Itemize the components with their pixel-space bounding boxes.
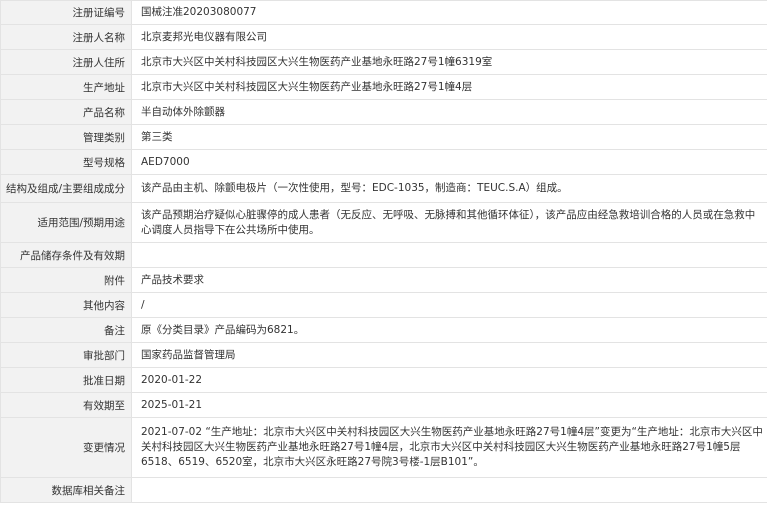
field-label: 适用范围/预期用途 bbox=[0, 202, 132, 243]
field-value: 北京市大兴区中关村科技园区大兴生物医药产业基地永旺路27号1幢6319室 bbox=[131, 49, 767, 75]
table-row: 有效期至 2025-01-21 bbox=[0, 392, 767, 418]
field-value: 2020-01-22 bbox=[131, 367, 767, 393]
field-value: 北京麦邦光电仪器有限公司 bbox=[131, 24, 767, 50]
table-row: 审批部门 国家药品监督管理局 bbox=[0, 342, 767, 368]
field-label: 备注 bbox=[0, 317, 132, 343]
table-row: 备注 原《分类目录》产品编码为6821。 bbox=[0, 317, 767, 343]
table-row: 注册人住所 北京市大兴区中关村科技园区大兴生物医药产业基地永旺路27号1幢631… bbox=[0, 49, 767, 75]
field-label: 审批部门 bbox=[0, 342, 132, 368]
field-label: 管理类别 bbox=[0, 124, 132, 150]
table-row: 型号规格 AED7000 bbox=[0, 149, 767, 175]
field-value: AED7000 bbox=[131, 149, 767, 175]
registration-info-table: 注册证编号 国械注准20203080077 注册人名称 北京麦邦光电仪器有限公司… bbox=[0, 0, 767, 503]
field-value: 该产品由主机、除颤电极片（一次性使用，型号：EDC-1035，制造商：TEUC.… bbox=[131, 174, 767, 203]
field-label: 变更情况 bbox=[0, 417, 132, 478]
field-label: 数据库相关备注 bbox=[0, 477, 132, 503]
field-value: 原《分类目录》产品编码为6821。 bbox=[131, 317, 767, 343]
table-row: 注册证编号 国械注准20203080077 bbox=[0, 0, 767, 25]
field-label: 附件 bbox=[0, 267, 132, 293]
field-label: 产品储存条件及有效期 bbox=[0, 242, 132, 268]
field-value: 北京市大兴区中关村科技园区大兴生物医药产业基地永旺路27号1幢4层 bbox=[131, 74, 767, 100]
field-label: 产品名称 bbox=[0, 99, 132, 125]
field-value bbox=[131, 477, 767, 503]
table-row: 批准日期 2020-01-22 bbox=[0, 367, 767, 393]
field-label: 结构及组成/主要组成成分 bbox=[0, 174, 132, 203]
field-value: 国家药品监督管理局 bbox=[131, 342, 767, 368]
table-row: 结构及组成/主要组成成分 该产品由主机、除颤电极片（一次性使用，型号：EDC-1… bbox=[0, 174, 767, 203]
field-label: 型号规格 bbox=[0, 149, 132, 175]
field-value: / bbox=[131, 292, 767, 318]
field-label: 其他内容 bbox=[0, 292, 132, 318]
table-row: 变更情况 2021-07-02 “生产地址：北京市大兴区中关村科技园区大兴生物医… bbox=[0, 417, 767, 478]
field-value: 第三类 bbox=[131, 124, 767, 150]
field-value: 该产品预期治疗疑似心脏骤停的成人患者（无反应、无呼吸、无脉搏和其他循环体征），该… bbox=[131, 202, 767, 243]
field-value: 半自动体外除颤器 bbox=[131, 99, 767, 125]
table-row: 产品名称 半自动体外除颤器 bbox=[0, 99, 767, 125]
table-row: 数据库相关备注 bbox=[0, 477, 767, 503]
table-row: 生产地址 北京市大兴区中关村科技园区大兴生物医药产业基地永旺路27号1幢4层 bbox=[0, 74, 767, 100]
field-label: 生产地址 bbox=[0, 74, 132, 100]
field-label: 注册人名称 bbox=[0, 24, 132, 50]
field-value: 2025-01-21 bbox=[131, 392, 767, 418]
table-row: 产品储存条件及有效期 bbox=[0, 242, 767, 268]
field-label: 注册人住所 bbox=[0, 49, 132, 75]
table-row: 附件 产品技术要求 bbox=[0, 267, 767, 293]
field-label: 有效期至 bbox=[0, 392, 132, 418]
field-value: 国械注准20203080077 bbox=[131, 0, 767, 25]
field-label: 注册证编号 bbox=[0, 0, 132, 25]
field-value bbox=[131, 242, 767, 268]
table-row: 管理类别 第三类 bbox=[0, 124, 767, 150]
table-row: 其他内容 / bbox=[0, 292, 767, 318]
table-row: 适用范围/预期用途 该产品预期治疗疑似心脏骤停的成人患者（无反应、无呼吸、无脉搏… bbox=[0, 202, 767, 243]
field-value: 产品技术要求 bbox=[131, 267, 767, 293]
table-row: 注册人名称 北京麦邦光电仪器有限公司 bbox=[0, 24, 767, 50]
field-value: 2021-07-02 “生产地址：北京市大兴区中关村科技园区大兴生物医药产业基地… bbox=[131, 417, 767, 478]
field-label: 批准日期 bbox=[0, 367, 132, 393]
